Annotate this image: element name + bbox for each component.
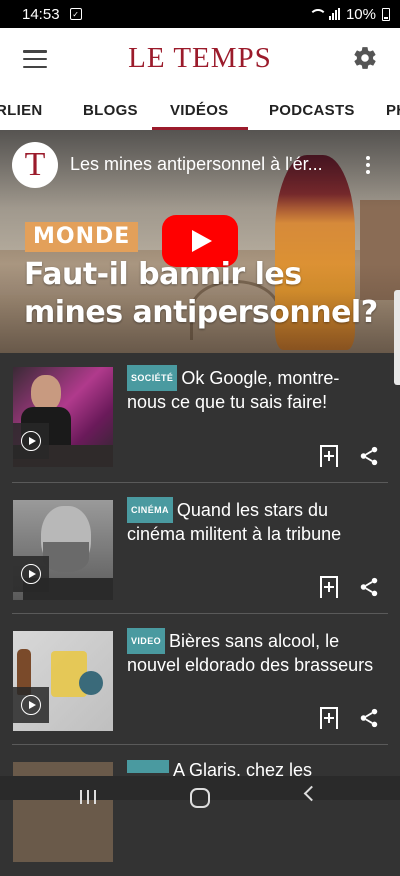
more-options-icon[interactable] <box>366 156 370 174</box>
recent-apps-icon[interactable] <box>80 790 96 804</box>
article-thumbnail[interactable] <box>13 367 113 467</box>
status-time: 14:53 <box>22 5 60 23</box>
status-right: 10% <box>308 5 390 23</box>
system-nav-bar <box>0 776 400 808</box>
tab-rlien[interactable]: RLIEN <box>0 102 43 119</box>
wifi-icon <box>308 8 327 20</box>
home-icon[interactable] <box>190 788 210 808</box>
tab-ph[interactable]: PH <box>386 102 400 119</box>
category-badge <box>127 760 169 773</box>
hero-category-tag: MONDE <box>25 222 139 252</box>
channel-logo[interactable]: T <box>12 142 58 188</box>
share-icon[interactable] <box>358 576 380 598</box>
bookmark-icon[interactable] <box>320 445 338 473</box>
tab-podcasts[interactable]: PODCASTS <box>269 102 355 119</box>
share-icon[interactable] <box>358 707 380 729</box>
share-icon[interactable] <box>358 445 380 467</box>
gear-icon[interactable] <box>352 45 378 71</box>
play-video-icon[interactable] <box>13 423 49 459</box>
category-badge: VIDEO <box>127 628 166 654</box>
category-badge: CINÉMA <box>127 497 173 523</box>
section-tabs: RLIEN BLOGS VIDÉOS PODCASTS PH <box>0 90 400 130</box>
tab-videos[interactable]: VIDÉOS <box>170 102 228 119</box>
list-item[interactable]: SOCIÉTÉ Ok Google, montre-nous ce que tu … <box>0 353 400 483</box>
battery-percent: 10% <box>345 5 376 23</box>
download-box-icon: ✓ <box>69 8 82 20</box>
list-item[interactable]: VIDEO Bières sans alcool, le nouvel eldor… <box>0 615 400 745</box>
app-logo: LE TEMPS <box>128 42 272 74</box>
video-title[interactable]: Les mines antipersonnel à l'ér... <box>70 154 323 175</box>
signal-icon <box>328 8 340 20</box>
article-thumbnail[interactable] <box>13 631 113 731</box>
category-badge: SOCIÉTÉ <box>127 365 178 391</box>
bookmark-icon[interactable] <box>320 707 338 735</box>
play-video-icon[interactable] <box>13 687 49 723</box>
article-thumbnail[interactable] <box>13 500 113 600</box>
hero-headline: Faut-il bannir les mines antipersonnel? <box>24 257 378 330</box>
play-video-icon[interactable] <box>13 556 49 592</box>
app-bar: LE TEMPS <box>0 28 400 90</box>
list-item[interactable]: CINÉMA Quand les stars du cinéma militent… <box>0 484 400 614</box>
status-bar: 14:53 ✓ 10% <box>0 0 400 28</box>
bookmark-icon[interactable] <box>320 576 338 604</box>
back-icon[interactable] <box>303 785 320 802</box>
list-item[interactable]: A Glaris, chez les <box>0 746 400 876</box>
battery-icon <box>382 7 390 21</box>
hero-video[interactable]: T Les mines antipersonnel à l'ér... MOND… <box>0 130 400 353</box>
tab-blogs[interactable]: BLOGS <box>83 102 138 119</box>
